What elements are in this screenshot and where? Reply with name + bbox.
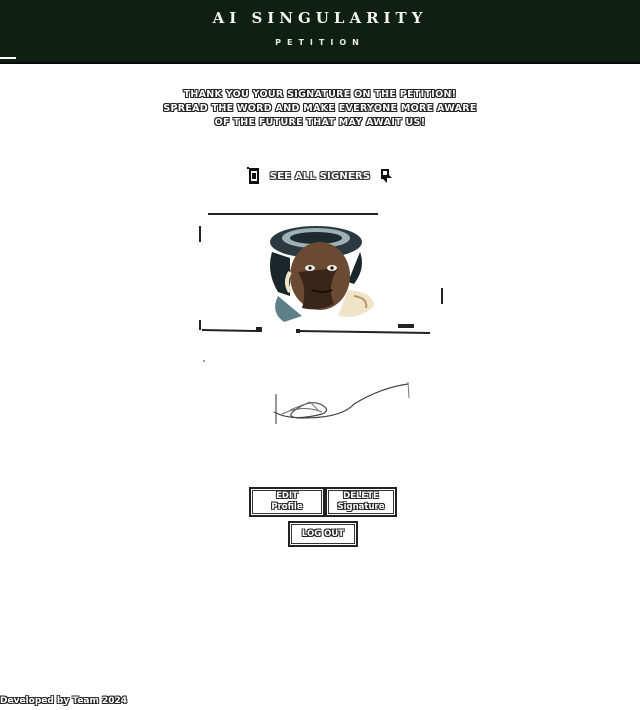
- delete-signature-button[interactable]: DELETE Signature: [325, 487, 397, 517]
- site-header: AI SINGULARITY PETITION: [0, 0, 640, 64]
- delete-signature-label-1: DELETE: [343, 491, 379, 501]
- petition-page: AI SINGULARITY PETITION THANK YOU YOUR S…: [0, 0, 640, 710]
- edit-profile-label-2: Profile: [271, 502, 303, 512]
- delete-signature-label-2: Signature: [337, 502, 385, 512]
- flourish-left-icon: [246, 166, 262, 186]
- header-corner-mark: [0, 57, 16, 59]
- flourish-right-icon: [378, 166, 394, 186]
- log-out-button[interactable]: LOG OUT: [288, 521, 358, 547]
- thank-you-line-3: OF THE FUTURE THAT MAY AWAIT US!: [214, 117, 426, 128]
- signature-image: [262, 374, 414, 430]
- log-out-label: LOG OUT: [301, 528, 345, 539]
- site-title[interactable]: AI SINGULARITY: [0, 9, 640, 27]
- thank-you-message: THANK YOU YOUR SIGNATURE ON THE PETITION…: [150, 88, 490, 130]
- site-subtitle: PETITION: [275, 38, 365, 47]
- user-portrait-image: [198, 212, 444, 336]
- thank-you-line-1: THANK YOU YOUR SIGNATURE ON THE PETITION…: [183, 89, 457, 100]
- stray-dot: [203, 360, 205, 362]
- see-all-signers-link[interactable]: SEE ALL SIGNERS: [230, 164, 410, 188]
- footer-credit: Developed by Team 2024: [0, 696, 128, 706]
- edit-profile-button[interactable]: EDIT Profile: [249, 487, 325, 517]
- edit-profile-label-1: EDIT: [276, 491, 298, 501]
- thank-you-line-2: SPREAD THE WORD AND MAKE EVERYONE MORE A…: [163, 103, 477, 114]
- see-all-signers-label: SEE ALL SIGNERS: [269, 170, 371, 182]
